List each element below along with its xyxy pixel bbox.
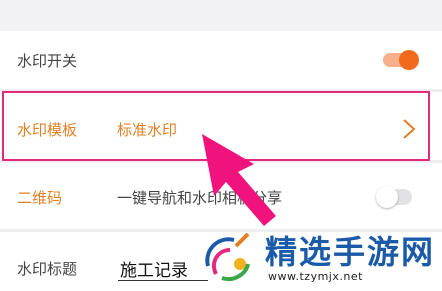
watermark-site-url: www.tzymjx.net <box>268 270 363 283</box>
pointer-arrow-icon <box>202 134 276 226</box>
top-strip <box>0 0 442 31</box>
site-logo-icon <box>202 232 250 282</box>
qr-code-toggle[interactable] <box>374 185 414 209</box>
watermark-switch-label: 水印开关 <box>17 52 78 70</box>
watermark-site-title: 精选手游网 <box>265 233 436 271</box>
watermark-switch-row: 水印开关 <box>0 31 442 89</box>
watermark-title-input[interactable]: 施工记录 <box>120 256 188 281</box>
toggle-knob <box>399 50 419 70</box>
title-input-underline <box>118 280 208 281</box>
qr-code-label: 二维码 <box>17 189 63 207</box>
watermark-title-label: 水印标题 <box>17 260 78 278</box>
watermark-switch-toggle[interactable] <box>383 49 423 71</box>
toggle-knob <box>376 186 398 208</box>
